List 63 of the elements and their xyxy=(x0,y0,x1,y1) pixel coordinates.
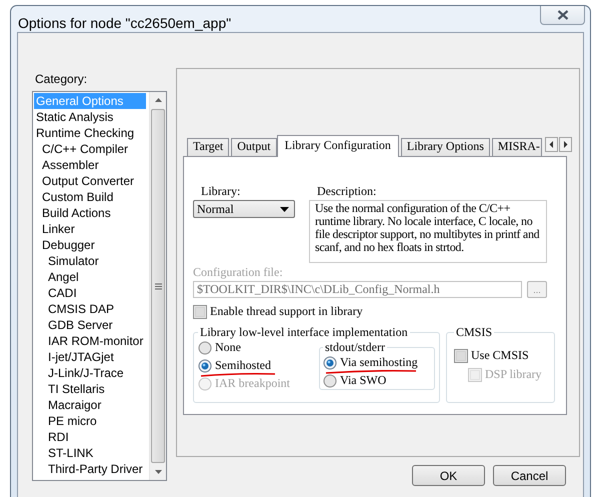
radio-button[interactable] xyxy=(198,340,212,354)
category-item[interactable]: Custom Build xyxy=(34,189,149,205)
window-title: Options for node "cc2650em_app" xyxy=(18,15,232,31)
scrollbar-thumb[interactable] xyxy=(151,109,165,463)
category-item[interactable]: Runtime Checking xyxy=(34,125,149,141)
category-item[interactable]: Linker xyxy=(34,221,149,237)
radio-button[interactable] xyxy=(323,374,337,388)
category-item[interactable]: I-jet/JTAGjet xyxy=(34,349,149,365)
category-item[interactable]: J-Link/J-Trace xyxy=(34,365,149,381)
group-title: Library low-level interface implementation xyxy=(199,325,409,340)
group-title: stdout/stderr xyxy=(324,340,386,355)
checkbox-label: Use CMSIS xyxy=(471,348,529,363)
category-item[interactable]: TI Stellaris xyxy=(34,381,149,397)
dropdown-caret-icon xyxy=(280,206,289,212)
category-item[interactable]: CMSIS DAP xyxy=(34,301,149,317)
radio-label: Via semihosting xyxy=(340,355,418,370)
radio-label: Via SWO xyxy=(340,373,386,388)
checkbox-label: DSP library xyxy=(485,367,542,382)
category-item[interactable]: GDB Server xyxy=(34,317,149,333)
tab[interactable]: MISRA- xyxy=(492,138,542,156)
category-item[interactable]: Static Analysis xyxy=(34,109,149,125)
category-item[interactable]: Third-Party Driver xyxy=(34,461,149,477)
category-item[interactable]: Macraigor xyxy=(34,397,149,413)
category-item[interactable]: Build Actions xyxy=(34,205,149,221)
tab[interactable]: Library Configuration xyxy=(276,135,399,157)
category-label: Category: xyxy=(35,72,88,86)
description-label: Description: xyxy=(316,184,378,199)
dialog-button[interactable]: OK xyxy=(412,465,485,486)
radio-label: None xyxy=(215,340,241,355)
configuration-file-label: Configuration file: xyxy=(193,265,284,280)
left-arrow-icon xyxy=(548,141,554,148)
tab[interactable]: Target xyxy=(187,138,230,156)
radio-label: IAR breakpoint xyxy=(215,376,290,391)
checkbox[interactable] xyxy=(193,304,207,318)
right-arrow-icon xyxy=(562,141,568,148)
category-item[interactable]: Assembler xyxy=(34,157,149,173)
checkbox[interactable] xyxy=(454,348,468,362)
category-item[interactable]: Output Converter xyxy=(34,173,149,189)
category-item[interactable]: Simulator xyxy=(34,253,149,269)
library-dropdown[interactable]: Normal xyxy=(193,200,295,218)
radio-label: Semihosted xyxy=(215,358,271,373)
radio-button[interactable] xyxy=(198,358,212,372)
tab-scroll-left-button[interactable] xyxy=(544,137,558,152)
category-item[interactable]: Angel xyxy=(34,269,149,285)
category-item[interactable]: CADI xyxy=(34,285,149,301)
library-label: Library: xyxy=(200,184,242,199)
tab[interactable]: Output xyxy=(231,138,277,156)
category-item[interactable]: ST-LINK xyxy=(34,445,149,461)
radio-button[interactable] xyxy=(323,356,337,370)
tab-scroll-right-button[interactable] xyxy=(558,137,572,152)
category-item[interactable]: IAR ROM-monitor xyxy=(34,333,149,349)
tab[interactable]: Library Options xyxy=(400,138,490,156)
dialog-button[interactable]: Cancel xyxy=(493,465,566,486)
checkbox-label: Enable thread support in library xyxy=(210,304,363,319)
close-button[interactable] xyxy=(540,6,585,25)
group-title: CMSIS xyxy=(455,325,494,340)
description-text: Use the normal configuration of the C/C++ runtime library. No locale interface, C locale, no file descriptor support, no multibytes in printf and scanf, and no hex floats in strtod. xyxy=(309,200,547,263)
category-item[interactable]: C/C++ Compiler xyxy=(34,141,149,157)
category-item[interactable]: RDI xyxy=(34,429,149,445)
grip-icon xyxy=(154,282,162,290)
category-item[interactable]: PE micro xyxy=(34,413,149,429)
close-icon xyxy=(556,10,568,20)
category-item[interactable]: Debugger xyxy=(34,237,149,253)
